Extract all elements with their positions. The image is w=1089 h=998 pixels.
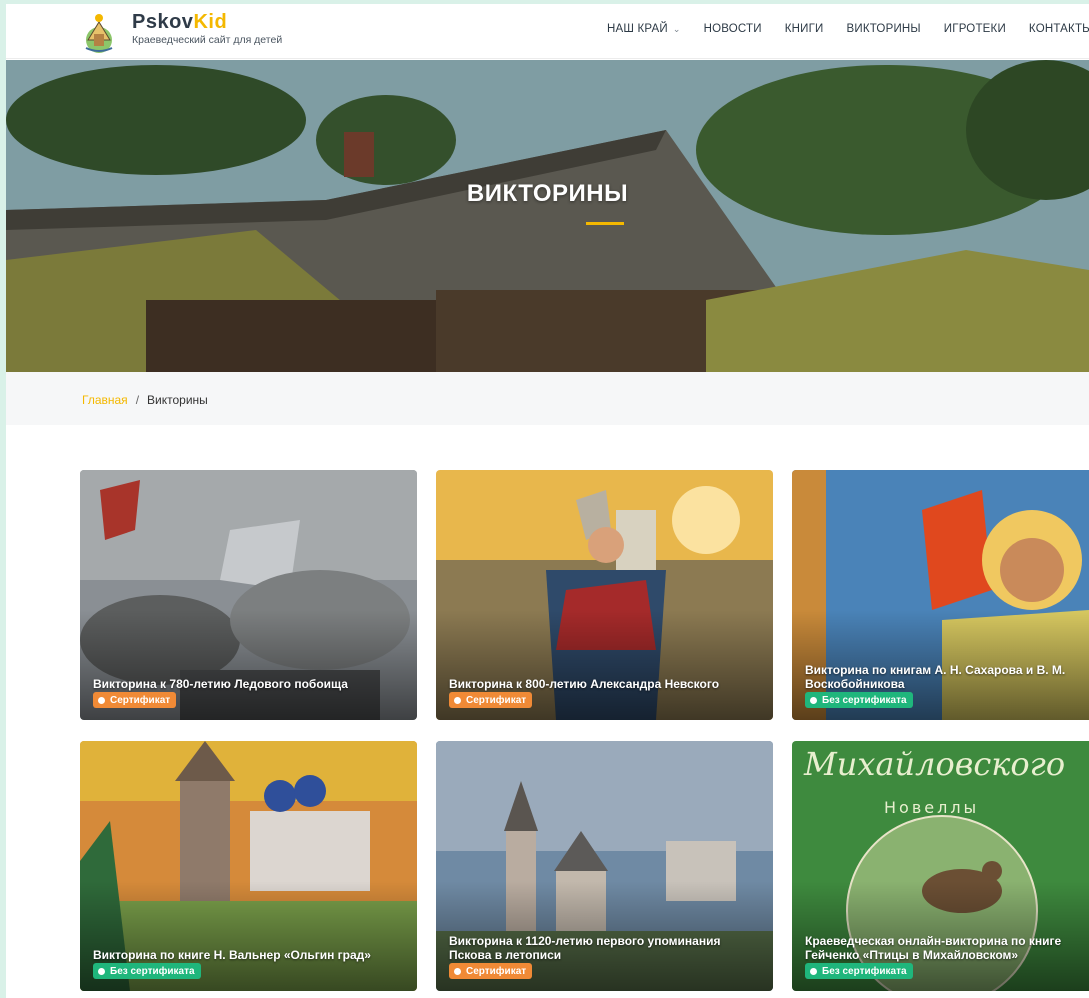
badge-label: Без сертификата <box>822 694 907 706</box>
brand[interactable]: PskovKid Краеведческий сайт для детей <box>132 11 282 46</box>
certificate-badge: Сертификат <box>449 692 533 708</box>
nav-item-label: КНИГИ <box>784 23 824 35</box>
cover-subtitle: Новеллы <box>884 798 979 817</box>
badge-label: Сертификат <box>110 694 171 706</box>
quiz-card[interactable]: Викторина по книгам А. Н. Сахарова и В. … <box>792 470 1089 720</box>
nav-item-quizzes[interactable]: ВИКТОРИНЫ <box>846 23 920 35</box>
site-header: PskovKid Краеведческий сайт для детей НА… <box>6 4 1089 59</box>
breadcrumb-separator: / <box>135 393 140 407</box>
card-title: Викторина к 780-летию Ледового побоища <box>93 677 348 691</box>
badge-label: Сертификат <box>466 694 527 706</box>
badge-dot-icon <box>810 967 817 975</box>
card-title: Краеведческая онлайн-викторина по книге … <box>805 934 1062 962</box>
badge-label: Сертификат <box>466 965 527 977</box>
hero-image <box>6 60 1089 372</box>
quiz-card[interactable]: Викторина к 780-летию Ледового побоища С… <box>80 470 417 720</box>
badge-dot-icon <box>98 696 105 704</box>
quiz-card[interactable]: Викторина к 1120-летию первого упоминани… <box>436 741 773 991</box>
nav-item-news[interactable]: НОВОСТИ <box>704 23 762 35</box>
quiz-card[interactable]: Викторина к 800-летию Александра Невског… <box>436 470 773 720</box>
main-nav: НАШ КРАЙ ⌄ НОВОСТИ КНИГИ ВИКТОРИНЫ ИГРОТЕ… <box>607 23 1089 35</box>
nav-item-label: ВИКТОРИНЫ <box>846 23 921 35</box>
card-title: Викторина к 800-летию Александра Невског… <box>449 677 720 691</box>
nav-item-label: НОВОСТИ <box>703 23 762 35</box>
breadcrumb-home-link[interactable]: Главная <box>82 393 128 407</box>
nav-item-label: НАШ КРАЙ <box>607 23 668 35</box>
breadcrumb: Главная / Викторины <box>6 372 1089 425</box>
badge-label: Без сертификата <box>110 965 195 977</box>
card-title: Викторина по книгам А. Н. Сахарова и В. … <box>805 663 1066 691</box>
chevron-down-icon: ⌄ <box>672 23 681 34</box>
no-certificate-badge: Без сертификата <box>805 963 913 979</box>
cover-script-title: Михайловского <box>803 745 1065 783</box>
hero-banner: ВИКТОРИНЫ <box>6 60 1089 372</box>
no-certificate-badge: Без сертификата <box>93 963 201 979</box>
brand-name-part2: Kid <box>193 11 228 33</box>
nav-item-nash-krai[interactable]: НАШ КРАЙ ⌄ <box>607 23 681 35</box>
nav-item-contacts[interactable]: КОНТАКТЫ <box>1029 23 1089 35</box>
nav-item-books[interactable]: КНИГИ <box>785 23 824 35</box>
nav-item-label: ИГРОТЕКИ <box>943 23 1006 35</box>
brand-name-part1: Pskov <box>132 11 194 33</box>
card-title: Викторина по книге Н. Вальнер «Ольгин гр… <box>93 948 371 962</box>
nav-item-games[interactable]: ИГРОТЕКИ <box>944 23 1006 35</box>
nav-item-label: КОНТАКТЫ <box>1028 23 1089 35</box>
brand-name[interactable]: PskovKid <box>132 11 282 33</box>
title-underline <box>586 222 624 225</box>
brand-tagline: Краеведческий сайт для детей <box>132 34 283 46</box>
certificate-badge: Сертификат <box>93 692 177 708</box>
logo-icon[interactable] <box>82 10 116 54</box>
badge-label: Без сертификата <box>822 965 907 977</box>
page-title: ВИКТОРИНЫ <box>466 180 629 207</box>
card-title: Викторина к 1120-летию первого упоминани… <box>449 934 721 962</box>
badge-dot-icon <box>454 696 461 704</box>
badge-dot-icon <box>98 967 105 975</box>
certificate-badge: Сертификат <box>449 963 533 979</box>
browser-page: PskovKid Краеведческий сайт для детей НА… <box>6 4 1089 998</box>
breadcrumb-current: Викторины <box>147 393 208 407</box>
quiz-card[interactable]: Викторина по книге Н. Вальнер «Ольгин гр… <box>80 741 417 991</box>
no-certificate-badge: Без сертификата <box>805 692 913 708</box>
badge-dot-icon <box>810 696 817 704</box>
badge-dot-icon <box>454 967 461 975</box>
quiz-card[interactable]: Михайловского Новеллы Краеведческая онла… <box>792 741 1089 991</box>
